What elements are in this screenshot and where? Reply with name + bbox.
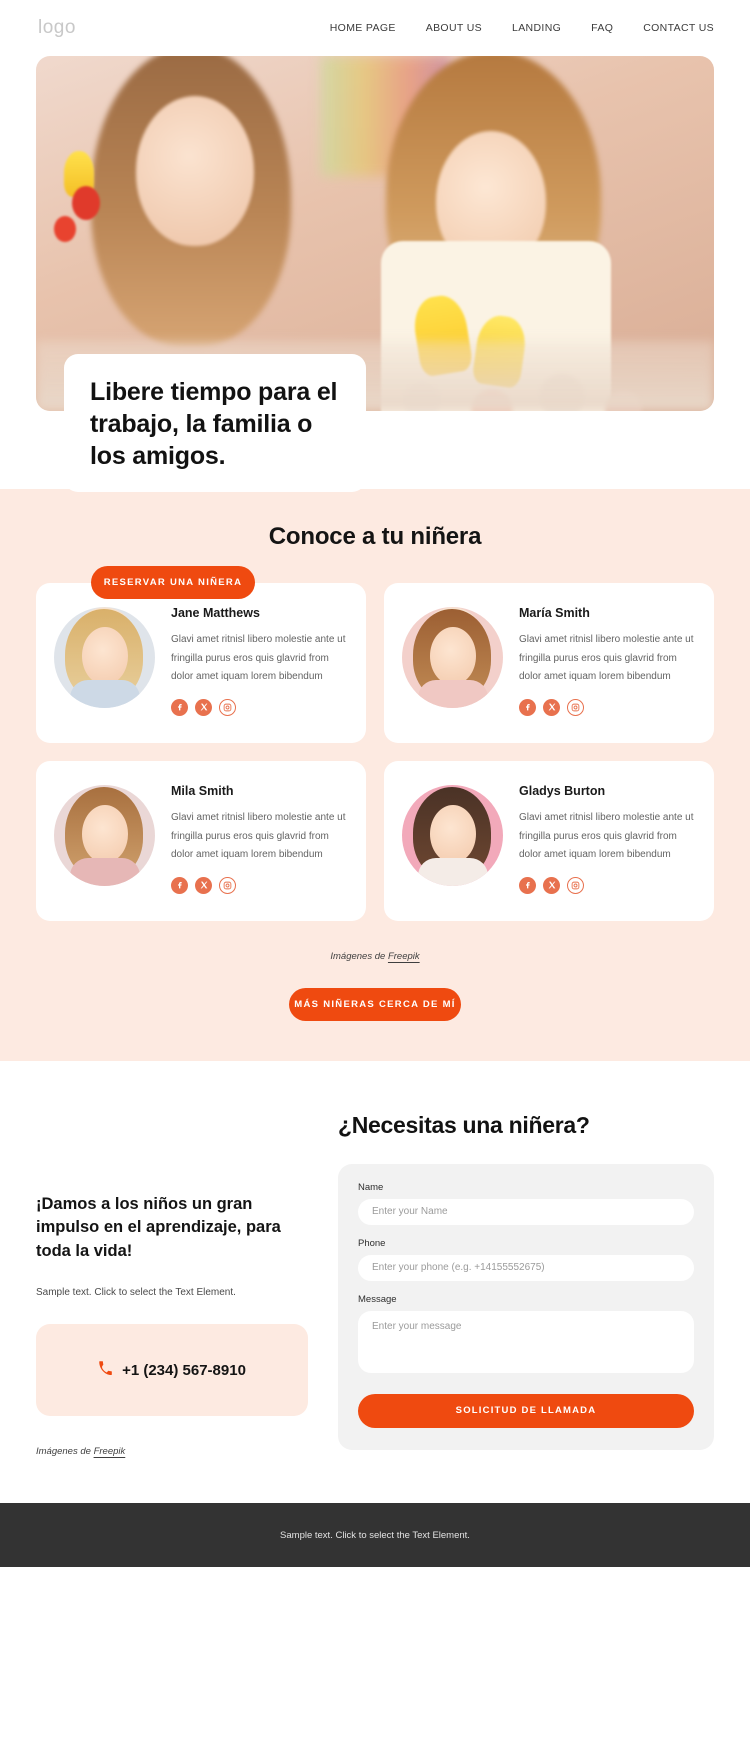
nav-item-home-page[interactable]: HOME PAGE [330, 22, 396, 34]
nanny-name: María Smith [519, 606, 590, 620]
nav-item-faq[interactable]: FAQ [591, 22, 613, 34]
nannies-title: Conoce a tu niñera [268, 523, 482, 550]
instagram-icon[interactable] [219, 698, 236, 716]
more-nannies-button[interactable]: MÁS NIÑERAS CERCA DE MÍ [289, 988, 461, 1021]
image-credit-prefix: Imágenes de [330, 951, 388, 962]
x-twitter-icon[interactable] [543, 698, 560, 716]
hero-title: Libere tiempo para el trabajo, la famili… [90, 378, 338, 470]
instagram-icon[interactable] [567, 876, 584, 894]
contact-form-column: ¿Necesitas una niñera? Name Phone Messag… [338, 1111, 714, 1457]
x-twitter-icon[interactable] [195, 698, 212, 716]
nanny-card: María Smith Glavi amet ritnisl libero mo… [384, 583, 714, 743]
message-textarea[interactable] [358, 1310, 694, 1373]
avatar [402, 607, 503, 708]
hero-title-card: Libere tiempo para el trabajo, la famili… [64, 354, 366, 492]
freepik-link[interactable]: Freepik [388, 951, 420, 962]
phone-box[interactable]: +1 (234) 567-8910 [36, 1324, 308, 1417]
book-nanny-button[interactable]: RESERVAR UNA NIÑERA [91, 566, 255, 599]
avatar-face [430, 805, 476, 863]
contact-form: Name Phone Message SOLICITUD DE LLAMADA [338, 1163, 714, 1450]
x-twitter-icon[interactable] [195, 876, 212, 894]
name-input[interactable] [358, 1198, 694, 1225]
nanny-description: Glavi amet ritnisl libero molestie ante … [519, 812, 694, 860]
contact-subtext: Sample text. Click to select the Text El… [36, 1287, 236, 1299]
nanny-card: Mila Smith Glavi amet ritnisl libero mol… [36, 761, 366, 921]
main-nav: HOME PAGE ABOUT US LANDING FAQ CONTACT U… [330, 22, 714, 34]
more-nannies-wrap: MÁS NIÑERAS CERCA DE MÍ [0, 988, 750, 1021]
contact-section: ¡Damos a los niños un gran impulso en el… [0, 1061, 750, 1504]
nanny-name: Mila Smith [171, 784, 234, 798]
site-footer: Sample text. Click to select the Text El… [0, 1503, 750, 1568]
nannies-card-grid: Jane Matthews Glavi amet ritnisl libero … [0, 583, 750, 921]
social-links [519, 876, 696, 894]
phone-icon [98, 1360, 113, 1380]
phone-label: Phone [358, 1237, 386, 1249]
x-twitter-icon[interactable] [543, 876, 560, 894]
avatar-body [418, 858, 488, 886]
avatar-face [82, 627, 128, 685]
nanny-name: Jane Matthews [171, 606, 260, 620]
avatar [402, 785, 503, 886]
phone-input[interactable] [358, 1254, 694, 1281]
avatar [54, 785, 155, 886]
site-logo[interactable]: logo [38, 17, 76, 39]
facebook-icon[interactable] [171, 876, 188, 894]
nanny-name: Gladys Burton [519, 784, 606, 798]
nanny-description: Glavi amet ritnisl libero molestie ante … [519, 634, 694, 682]
avatar-face [430, 627, 476, 685]
instagram-icon[interactable] [219, 876, 236, 894]
hero-toy-red-2 [54, 216, 76, 242]
submit-call-request-button[interactable]: SOLICITUD DE LLAMADA [358, 1393, 694, 1428]
hero-woman-face [136, 96, 254, 246]
nanny-card-body: Jane Matthews Glavi amet ritnisl libero … [171, 601, 348, 727]
facebook-icon[interactable] [519, 698, 536, 716]
avatar [54, 607, 155, 708]
image-credit: Imágenes de Freepik [0, 951, 750, 962]
image-credit-prefix: Imágenes de [36, 1446, 94, 1458]
instagram-icon[interactable] [567, 698, 584, 716]
facebook-icon[interactable] [519, 876, 536, 894]
phone-number: +1 (234) 567-8910 [122, 1361, 246, 1379]
landing-page: logo HOME PAGE ABOUT US LANDING FAQ CONT… [0, 0, 750, 1568]
hero-section: Libere tiempo para el trabajo, la famili… [0, 56, 750, 599]
avatar-face [82, 805, 128, 863]
social-links [519, 698, 696, 716]
avatar-body [70, 858, 140, 886]
message-label: Message [358, 1293, 397, 1305]
avatar-body [70, 680, 140, 708]
facebook-icon[interactable] [171, 698, 188, 716]
social-links [171, 876, 348, 894]
nav-item-contact-us[interactable]: CONTACT US [643, 22, 714, 34]
social-links [171, 698, 348, 716]
image-credit: Imágenes de Freepik [36, 1446, 308, 1457]
footer-text: Sample text. Click to select the Text El… [280, 1529, 470, 1541]
site-header: logo HOME PAGE ABOUT US LANDING FAQ CONT… [0, 0, 750, 56]
freepik-link[interactable]: Freepik [94, 1446, 126, 1457]
nanny-card: Jane Matthews Glavi amet ritnisl libero … [36, 583, 366, 743]
nanny-card-body: Gladys Burton Glavi amet ritnisl libero … [519, 779, 696, 905]
form-title: ¿Necesitas una niñera? [338, 1112, 590, 1138]
nanny-card: Gladys Burton Glavi amet ritnisl libero … [384, 761, 714, 921]
nanny-card-body: Mila Smith Glavi amet ritnisl libero mol… [171, 779, 348, 905]
contact-info-column: ¡Damos a los niños un gran impulso en el… [36, 1111, 308, 1457]
nav-item-landing[interactable]: LANDING [512, 22, 561, 34]
contact-heading: ¡Damos a los niños un gran impulso en el… [36, 1195, 281, 1260]
nanny-description: Glavi amet ritnisl libero molestie ante … [171, 634, 346, 682]
hero-toy-red-1 [72, 186, 100, 220]
name-label: Name [358, 1181, 384, 1193]
nanny-card-body: María Smith Glavi amet ritnisl libero mo… [519, 601, 696, 727]
nanny-description: Glavi amet ritnisl libero molestie ante … [171, 812, 346, 860]
nav-item-about-us[interactable]: ABOUT US [426, 22, 482, 34]
avatar-body [418, 680, 488, 708]
